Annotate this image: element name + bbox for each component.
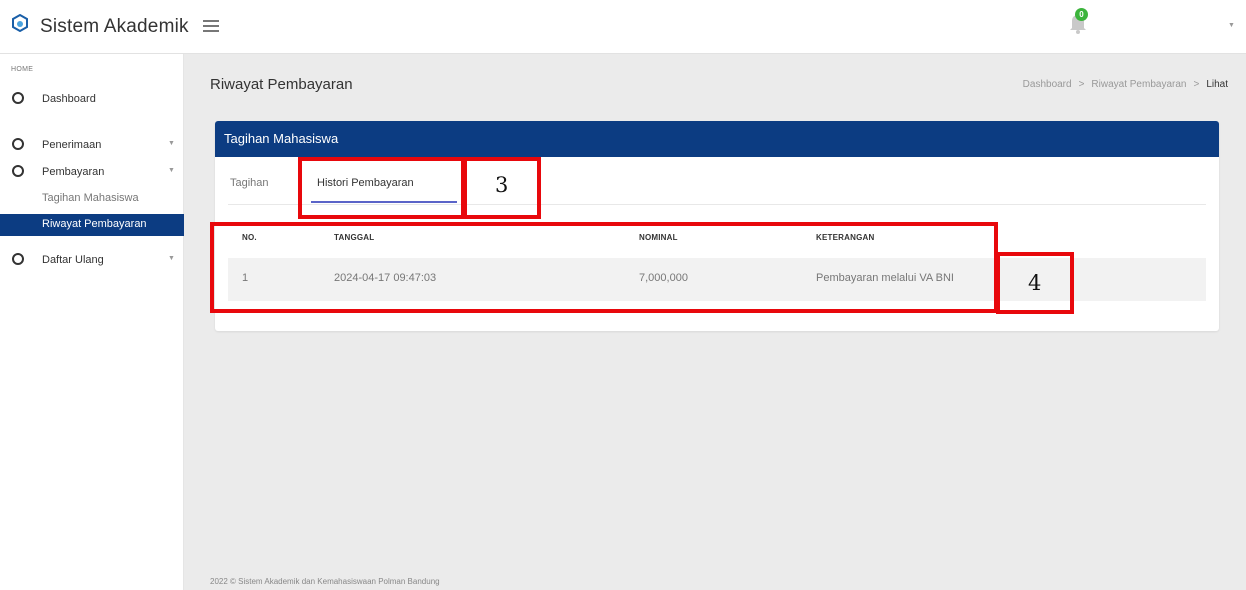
user-menu-chevron-icon[interactable]: ▼ [1228,22,1235,29]
footer-copyright: 2022 © Sistem Akademik dan Kemahasiswaan… [210,577,440,586]
sidebar-item-daftar-ulang[interactable]: Daftar Ulang ▼ [0,249,184,271]
chevron-down-icon: ▼ [168,255,175,262]
notification-badge: 0 [1075,8,1088,21]
card-header: Tagihan Mahasiswa [215,121,1219,157]
sidebar-section-header: HOME [11,66,34,73]
sidebar-item-penerimaan[interactable]: Penerimaan ▼ [0,134,184,156]
breadcrumb-separator: > [1193,79,1200,90]
menu-toggle-icon[interactable] [203,20,219,34]
sidebar-item-label: Dashboard [42,93,96,105]
sidebar-item-label: Penerimaan [42,139,102,151]
app-title: Sistem Akademik [40,16,189,37]
breadcrumb-item-riwayat[interactable]: Riwayat Pembayaran [1091,79,1186,90]
annotation-box-tab [298,157,465,219]
sidebar-item-label: Daftar Ulang [42,254,104,266]
card-title: Tagihan Mahasiswa [224,131,339,146]
breadcrumb-item-current: Lihat [1206,79,1228,90]
sidebar-item-label: Riwayat Pembayaran [42,218,147,230]
circle-icon [12,165,24,177]
breadcrumb-separator: > [1078,79,1085,90]
page-title: Riwayat Pembayaran [210,76,353,93]
circle-icon [12,253,24,265]
top-navbar: Sistem Akademik 0 ▼ [0,0,1246,54]
annotation-number-4: 4 [1028,271,1042,295]
sidebar-subitem-riwayat-pembayaran[interactable]: Riwayat Pembayaran [0,214,184,236]
sidebar-subitem-tagihan-mahasiswa[interactable]: Tagihan Mahasiswa [0,188,184,210]
tab-label: Tagihan [230,177,269,189]
annotation-number-3: 3 [495,173,509,197]
annotation-box-table [210,222,998,313]
sidebar-item-pembayaran[interactable]: Pembayaran ▼ [0,161,184,183]
chevron-down-icon: ▼ [168,167,175,174]
sidebar-item-dashboard[interactable]: Dashboard [0,88,184,110]
chevron-down-icon: ▼ [168,140,175,147]
circle-icon [12,92,24,104]
circle-icon [12,138,24,150]
breadcrumb: Dashboard > Riwayat Pembayaran > Lihat [1023,79,1228,90]
sidebar: HOME Dashboard Penerimaan ▼ Pembayaran ▼… [0,54,184,590]
sidebar-item-label: Pembayaran [42,166,105,178]
sidebar-item-label: Tagihan Mahasiswa [42,192,139,204]
breadcrumb-item-dashboard[interactable]: Dashboard [1023,79,1072,90]
tab-tagihan[interactable]: Tagihan [230,169,300,205]
logo-icon [12,14,28,32]
